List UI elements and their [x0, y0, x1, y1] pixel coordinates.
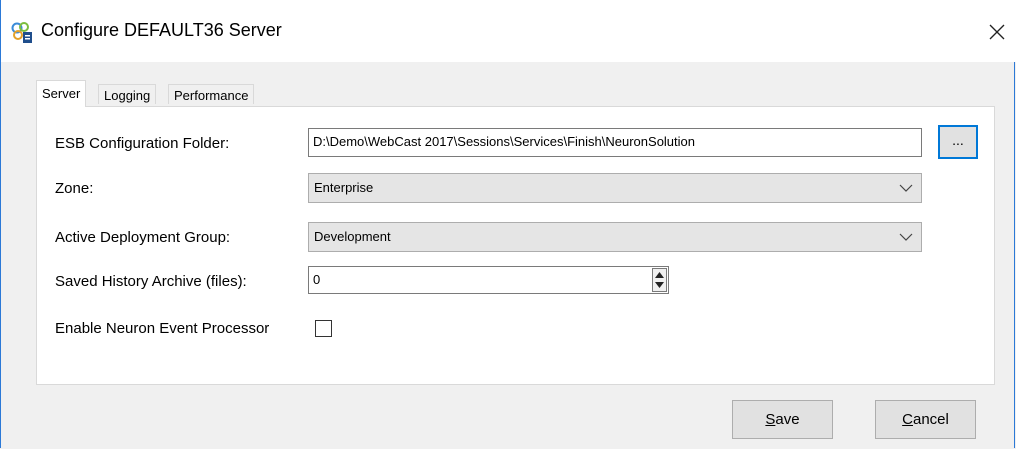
browse-button[interactable]: ... [938, 125, 978, 159]
tab-server[interactable]: Server [36, 80, 87, 107]
spinner-arrows-icon[interactable] [652, 268, 667, 292]
event-processor-checkbox[interactable] [315, 320, 332, 337]
history-archive-label: Saved History Archive (files): [55, 273, 247, 290]
esb-folder-input[interactable]: D:\Demo\WebCast 2017\Sessions\Services\F… [308, 128, 922, 157]
tab-performance[interactable]: Performance [168, 84, 255, 104]
title-bar: Configure DEFAULT36 Server [1, 0, 1016, 62]
deployment-group-select[interactable]: Development [308, 222, 922, 252]
event-processor-label: Enable Neuron Event Processor [55, 320, 270, 337]
window-title: Configure DEFAULT36 Server [41, 20, 282, 40]
zone-select[interactable]: Enterprise [308, 173, 922, 203]
esb-folder-label: ESB Configuration Folder: [55, 135, 230, 152]
cancel-mnemonic: C [902, 411, 913, 428]
server-config-icon [11, 22, 32, 43]
save-label-rest: ave [775, 411, 800, 428]
cancel-label-rest: ancel [912, 411, 949, 428]
cancel-button[interactable]: Cancel [875, 400, 976, 439]
zone-label: Zone: [55, 180, 94, 197]
zone-select-value: Enterprise [314, 180, 374, 195]
dialog-window: Configure DEFAULT36 Server Server Loggin… [0, 0, 1016, 448]
close-icon[interactable] [985, 20, 1009, 44]
chevron-down-icon [899, 233, 913, 241]
save-button[interactable]: Save [732, 400, 833, 439]
tab-logging[interactable]: Logging [98, 84, 157, 104]
deployment-group-value: Development [314, 229, 391, 244]
chevron-down-icon [899, 184, 913, 192]
save-mnemonic: S [765, 411, 776, 428]
history-archive-input[interactable]: 0 [308, 266, 669, 294]
deployment-group-label: Active Deployment Group: [55, 229, 231, 246]
